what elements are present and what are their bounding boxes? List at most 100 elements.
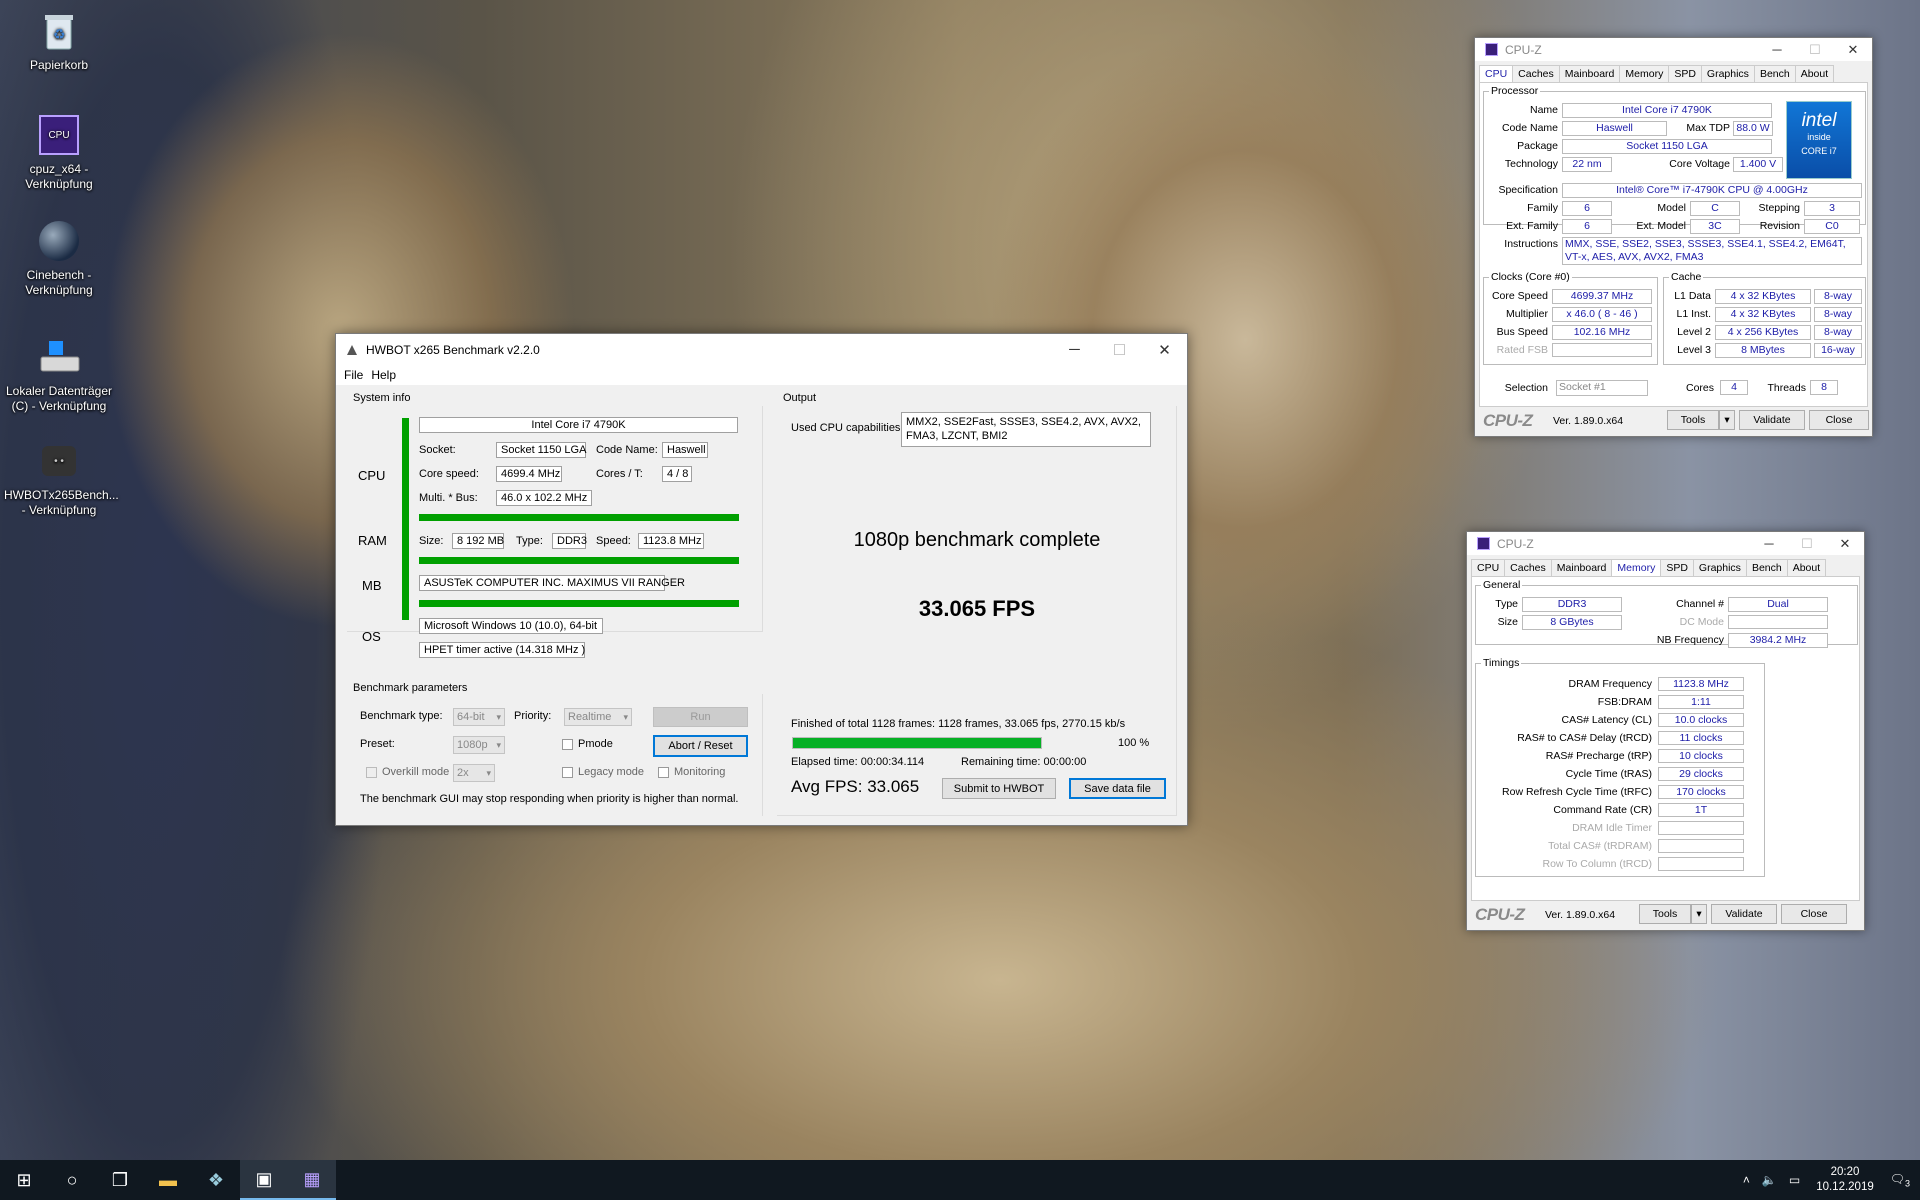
menu-file[interactable]: File [340, 368, 367, 382]
overkill-checkbox[interactable] [366, 767, 377, 778]
timing-value: 11 clocks [1658, 731, 1744, 745]
menu-help[interactable]: Help [367, 368, 400, 382]
cinebench-icon [36, 218, 82, 264]
hwbot-icon: • • [36, 438, 82, 484]
abort-reset-button[interactable]: Abort / Reset [653, 735, 748, 757]
desktop-icon-cpuz[interactable]: CPU cpuz_x64 - Verknüpfung [4, 112, 114, 192]
maximize-icon: ☐ [1801, 535, 1813, 551]
tab-spd[interactable]: SPD [1668, 65, 1702, 83]
desktop-icon-drive[interactable]: Lokaler Datenträger (C) - Verknüpfung [4, 334, 114, 414]
tools-dropdown-button[interactable]: ▾ [1691, 904, 1707, 924]
priority-select[interactable]: Realtime [564, 708, 632, 726]
task-view-button[interactable]: ❐ [96, 1160, 144, 1200]
selection-select[interactable]: Socket #1 [1556, 380, 1648, 396]
remaining-text: Remaining time: 00:00:00 [961, 756, 1087, 768]
mb-field: ASUSTeK COMPUTER INC. MAXIMUS VII RANGER [419, 575, 685, 591]
cpuz-close-button[interactable]: ✕ [1826, 533, 1864, 555]
taskbar-hwbot-button[interactable]: ▣ [240, 1160, 288, 1200]
ram-green-bar [419, 557, 739, 564]
tab-memory[interactable]: Memory [1611, 559, 1662, 577]
tools-dropdown-button[interactable]: ▾ [1719, 410, 1735, 430]
cpuz-title-bar[interactable]: CPU-Z ─ ☐ ✕ [1467, 532, 1864, 555]
cpuz-footer: CPU-Z Ver. 1.89.0.x64 Tools ▾ Validate C… [1471, 904, 1860, 926]
timing-label: DRAM Idle Timer [1572, 822, 1652, 834]
tools-button[interactable]: Tools [1667, 410, 1719, 430]
cpuz-tabs: CPU Caches Mainboard Memory SPD Graphics… [1479, 65, 1868, 83]
cpuz-close-button[interactable]: ✕ [1834, 39, 1872, 61]
timing-label: FSB:DRAM [1597, 696, 1652, 708]
cpuz-minimize-button[interactable]: ─ [1758, 39, 1796, 61]
tab-bench[interactable]: Bench [1745, 559, 1788, 577]
overkill-select[interactable]: 2x [453, 764, 495, 782]
validate-button[interactable]: Validate [1711, 904, 1777, 924]
model-value: C [1690, 201, 1740, 216]
save-data-button[interactable]: Save data file [1069, 778, 1166, 799]
tab-cpu[interactable]: CPU [1471, 559, 1506, 577]
tab-caches[interactable]: Caches [1512, 65, 1560, 83]
notification-icon[interactable]: 🗨3 [1890, 1172, 1910, 1188]
maxtdp-value: 88.0 W [1733, 121, 1773, 136]
tab-graphics[interactable]: Graphics [1692, 559, 1747, 577]
desktop-icon-recycle-bin[interactable]: ♻ Papierkorb [4, 8, 114, 73]
title-bar[interactable]: HWBOT x265 Benchmark v2.2.0 ─ ☐ ✕ [336, 334, 1187, 365]
desktop-icon-cinebench[interactable]: Cinebench - Verknüpfung [4, 218, 114, 298]
tab-mainboard[interactable]: Mainboard [1550, 559, 1613, 577]
l1inst-value: 4 x 32 KBytes [1715, 307, 1811, 322]
monitoring-checkbox[interactable] [658, 767, 669, 778]
cpuz-title: CPU-Z [1497, 536, 1534, 551]
start-button[interactable]: ⊞ [0, 1160, 48, 1200]
hwbot-app-icon [344, 342, 360, 358]
submit-hwbot-button[interactable]: Submit to HWBOT [942, 778, 1056, 799]
channel-value: Dual [1728, 597, 1828, 612]
tab-spd[interactable]: SPD [1660, 559, 1694, 577]
tab-about[interactable]: About [1786, 559, 1827, 577]
os-field: Microsoft Windows 10 (10.0), 64-bit [419, 618, 603, 634]
dcmode-value [1728, 615, 1828, 629]
intel-corei7-text: CORE i7 [1801, 146, 1837, 156]
tab-mainboard[interactable]: Mainboard [1558, 65, 1621, 83]
network-icon[interactable]: ▭ [1789, 1173, 1800, 1187]
cpuz-title-bar[interactable]: CPU-Z ─ ☐ ✕ [1475, 38, 1872, 61]
preset-select[interactable]: 1080p [453, 736, 505, 754]
minimize-button[interactable]: ─ [1052, 335, 1097, 365]
legacy-checkbox[interactable] [562, 767, 573, 778]
specification-label: Specification [1498, 184, 1558, 196]
search-button[interactable]: ○ [48, 1160, 96, 1200]
tab-about[interactable]: About [1794, 65, 1835, 83]
desktop-icon-label: Papierkorb [29, 58, 89, 72]
close-button[interactable]: Close [1809, 410, 1869, 430]
timer-field: HPET timer active (14.318 MHz ) [419, 642, 585, 658]
close-icon: ✕ [1839, 535, 1851, 551]
volume-icon[interactable]: 🔈 [1762, 1173, 1777, 1187]
close-button[interactable]: Close [1781, 904, 1847, 924]
cpuz-minimize-button[interactable]: ─ [1750, 533, 1788, 555]
taskbar-cpuz-button[interactable]: ▦ [288, 1160, 336, 1200]
package-label: Package [1517, 140, 1558, 152]
clock[interactable]: 20:20 10.12.2019 [1816, 1165, 1874, 1195]
tab-cpu[interactable]: CPU [1479, 65, 1514, 83]
cpuz-tabs: CPU Caches Mainboard Memory SPD Graphics… [1471, 559, 1860, 577]
validate-button[interactable]: Validate [1739, 410, 1805, 430]
close-button[interactable]: ✕ [1142, 335, 1187, 365]
nbfreq-label: NB Frequency [1656, 634, 1724, 646]
extmodel-value: 3C [1690, 219, 1740, 234]
benchmark-type-select[interactable]: 64-bit [453, 708, 505, 726]
app-button-misc[interactable]: ❖ [192, 1160, 240, 1200]
tab-memory[interactable]: Memory [1619, 65, 1670, 83]
cpu-section-label: CPU [358, 468, 386, 483]
technology-label: Technology [1504, 158, 1558, 170]
chevron-up-icon[interactable]: ˄ [1743, 1173, 1750, 1187]
overkill-label: Overkill mode [382, 766, 450, 778]
desktop-icon-label: cpuz_x64 - Verknüpfung [25, 162, 93, 191]
file-explorer-button[interactable]: ▬ [144, 1160, 192, 1200]
tab-caches[interactable]: Caches [1504, 559, 1552, 577]
chevron-down-icon: ▾ [1696, 908, 1702, 920]
dcmode-label: DC Mode [1679, 616, 1724, 628]
tools-button[interactable]: Tools [1639, 904, 1691, 924]
desktop-icon-hwbot[interactable]: • • HWBOTx265Bench... - Verknüpfung [4, 438, 119, 518]
run-button[interactable]: Run [653, 707, 748, 727]
pmode-checkbox[interactable] [562, 739, 573, 750]
tab-graphics[interactable]: Graphics [1700, 65, 1755, 83]
multi-field: 46.0 x 102.2 MHz [496, 490, 592, 506]
tab-bench[interactable]: Bench [1753, 65, 1796, 83]
